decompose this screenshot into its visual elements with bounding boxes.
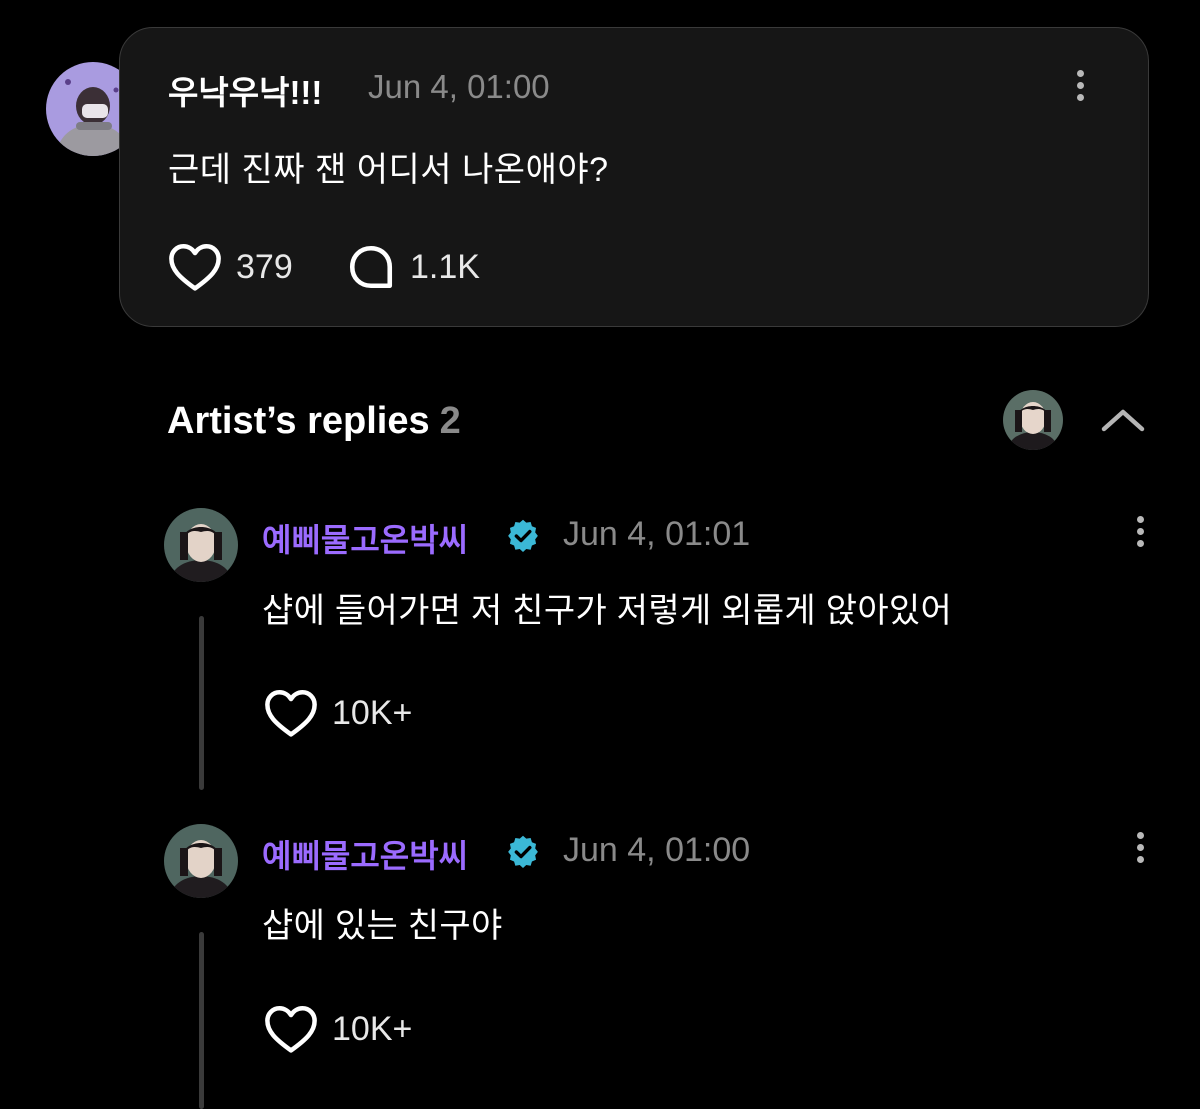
post-text: 근데 진짜 잰 어디서 나온애야? [168, 151, 609, 189]
heart-icon [265, 1006, 317, 1053]
reply-timestamp: Jun 4, 01:00 [563, 831, 751, 869]
artist-replies-title: Artist’s replies 2 [167, 400, 461, 443]
reply-text: 샵에 들어가면 저 친구가 저렇게 외롭게 앉아있어 [262, 592, 953, 630]
post-comment-count: 1.1K [410, 247, 480, 286]
post-like-count: 379 [236, 247, 293, 286]
reply-like-button[interactable]: 10K+ [264, 688, 412, 738]
post-like-button[interactable]: 379 [168, 242, 293, 292]
reply-like-count: 10K+ [332, 693, 413, 732]
reply-timestamp: Jun 4, 01:01 [563, 515, 751, 553]
heart-icon [169, 244, 221, 291]
artist-avatar-small[interactable] [1003, 390, 1063, 450]
verified-badge-icon [508, 835, 538, 869]
comment-bubble-icon [349, 245, 393, 289]
reply-text: 샵에 있는 친구야 [262, 907, 503, 945]
more-options-icon[interactable] [1135, 516, 1145, 552]
reply-thread-line [199, 932, 204, 1109]
chevron-up-icon[interactable] [1098, 403, 1148, 437]
reply-like-button[interactable]: 10K+ [264, 1004, 412, 1054]
post-author-name[interactable]: 우낙우낙!!! [168, 66, 322, 114]
reply-author-avatar[interactable] [164, 824, 238, 898]
more-options-icon[interactable] [1135, 832, 1145, 868]
reply-like-count: 10K+ [332, 1009, 413, 1048]
post-timestamp: Jun 4, 01:00 [368, 68, 550, 105]
reply-thread-line [199, 616, 204, 790]
reply-author-name[interactable]: 예삐물고온박씨 [262, 515, 468, 561]
heart-icon [265, 690, 317, 737]
artist-replies-label: Artist’s replies [167, 400, 430, 442]
reply-author-avatar[interactable] [164, 508, 238, 582]
artist-replies-count: 2 [439, 400, 461, 442]
post-card: 우낙우낙!!! Jun 4, 01:00 근데 진짜 잰 어디서 나온애야? 3… [119, 27, 1149, 327]
reply-author-name[interactable]: 예삐물고온박씨 [262, 831, 468, 877]
verified-badge-icon [508, 519, 538, 553]
post-comment-button[interactable]: 1.1K [346, 242, 480, 292]
more-options-icon[interactable] [1075, 70, 1085, 106]
